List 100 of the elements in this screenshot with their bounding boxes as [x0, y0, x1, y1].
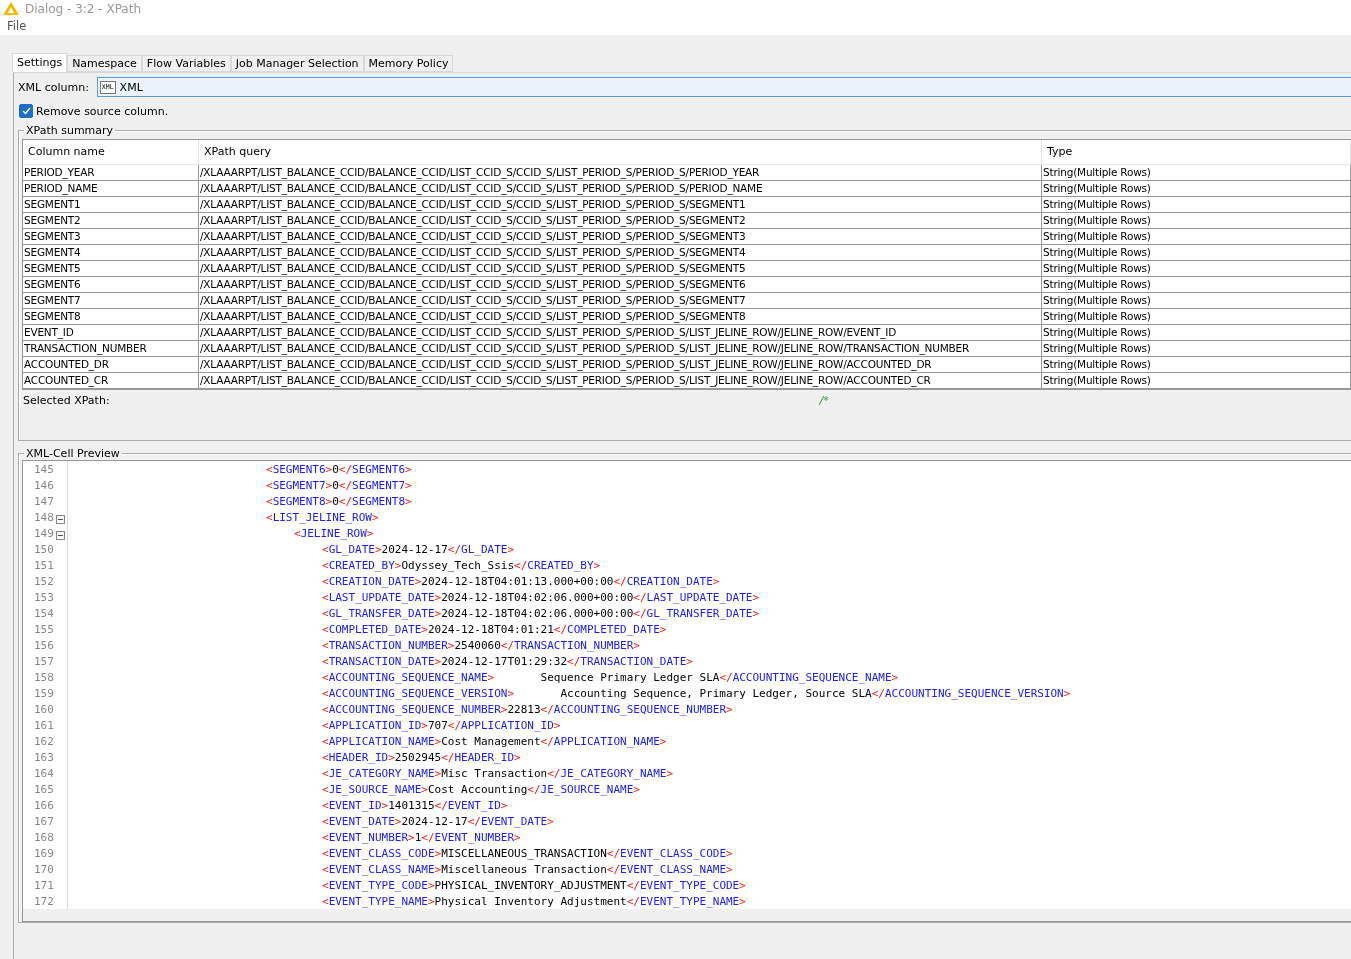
code-line: <LIST_JELINE_ROW>	[266, 510, 379, 524]
line-number: 168	[33, 830, 54, 844]
code-line: <SEGMENT7>0</SEGMENT7>	[266, 478, 412, 492]
table-cell: SEGMENT8	[23, 309, 199, 325]
line-number: 171	[33, 878, 54, 892]
table-cell: /XLAAARPT/LIST_BALANCE_CCID/BALANCE_CCID/LIST_CCID_S/CCID_S/LIST_PERIOD_S/PERIOD_S/LIST_JELINE_ROW/JELINE_ROW/ACCOUNTED_DR	[199, 357, 1042, 373]
table-cell: String(Multiple Rows)	[1042, 373, 1351, 389]
table-cell: String(Multiple Rows)	[1042, 181, 1351, 197]
code-line: <LAST_UPDATE_DATE>2024-12-18T04:02:06.000+00:00</LAST_UPDATE_DATE>	[322, 590, 760, 604]
code-line: <EVENT_ID>1401315</EVENT_ID>	[322, 798, 508, 812]
table-cell: SEGMENT4	[23, 245, 199, 261]
table-cell: String(Multiple Rows)	[1042, 245, 1351, 261]
code-line: <SEGMENT6>0</SEGMENT6>	[266, 462, 412, 476]
tab[interactable]: Namespace	[67, 55, 142, 72]
table-cell: /XLAAARPT/LIST_BALANCE_CCID/BALANCE_CCID/LIST_CCID_S/CCID_S/LIST_PERIOD_S/PERIOD_S/PERIOD_YEAR	[199, 165, 1042, 181]
code-line: <ACCOUNTING_SEQUENCE_VERSION> Accounting Sequence, Primary Ledger, Source SLA</ACCOUNTING_SEQUENCE_VERSION>	[322, 686, 1071, 700]
tab[interactable]: Flow Variables	[141, 55, 231, 72]
line-number: 165	[33, 782, 54, 796]
table-cell: /XLAAARPT/LIST_BALANCE_CCID/BALANCE_CCID/LIST_CCID_S/CCID_S/LIST_PERIOD_S/PERIOD_S/SEGMENT5	[199, 261, 1042, 277]
code-line: <EVENT_TYPE_NAME>Physical Inventory Adjustment</EVENT_TYPE_NAME>	[322, 894, 746, 908]
table-cell: String(Multiple Rows)	[1042, 197, 1351, 213]
code-line: <APPLICATION_NAME>Cost Management</APPLICATION_NAME>	[322, 734, 667, 748]
code-line: <CREATION_DATE>2024-12-18T04:01:13.000+00:00</CREATION_DATE>	[322, 574, 720, 588]
line-number: 164	[33, 766, 54, 780]
table-cell: TRANSACTION_NUMBER	[23, 341, 199, 357]
table-cell: /XLAAARPT/LIST_BALANCE_CCID/BALANCE_CCID/LIST_CCID_S/CCID_S/LIST_PERIOD_S/PERIOD_S/LIST_JELINE_ROW/JELINE_ROW/ACCOUNTED_CR	[199, 373, 1042, 389]
code-line: <EVENT_NUMBER>1</EVENT_NUMBER>	[322, 830, 521, 844]
table-cell: SEGMENT7	[23, 293, 199, 309]
code-line: <CREATED_BY>Odyssey_Tech_Ssis</CREATED_BY>	[322, 558, 601, 572]
table-cell: String(Multiple Rows)	[1042, 341, 1351, 357]
table-cell: String(Multiple Rows)	[1042, 261, 1351, 277]
line-number: 158	[33, 670, 54, 684]
code-line: <EVENT_TYPE_CODE>PHYSICAL_INVENTORY_ADJUSTMENT</EVENT_TYPE_CODE>	[322, 878, 746, 892]
menu-item[interactable]: File	[7, 19, 27, 33]
column-header[interactable]: XPath query	[199, 140, 1042, 165]
line-number: 166	[33, 798, 54, 812]
table-cell: PERIOD_YEAR	[23, 165, 199, 181]
table-cell: /XLAAARPT/LIST_BALANCE_CCID/BALANCE_CCID/LIST_CCID_S/CCID_S/LIST_PERIOD_S/PERIOD_S/SEGMENT1	[199, 197, 1042, 213]
table-cell: /XLAAARPT/LIST_BALANCE_CCID/BALANCE_CCID/LIST_CCID_S/CCID_S/LIST_PERIOD_S/PERIOD_S/LIST_JELINE_ROW/JELINE_ROW/EVENT_ID	[199, 325, 1042, 341]
selected-xpath: /*	[819, 394, 829, 407]
code-line: <SEGMENT8>0</SEGMENT8>	[266, 494, 412, 508]
table-cell: ACCOUNTED_DR	[23, 357, 199, 373]
line-number: 154	[33, 606, 54, 620]
table-cell: /XLAAARPT/LIST_BALANCE_CCID/BALANCE_CCID/LIST_CCID_S/CCID_S/LIST_PERIOD_S/PERIOD_S/SEGMENT4	[199, 245, 1042, 261]
code-line: <ACCOUNTING_SEQUENCE_NUMBER>22813</ACCOUNTING_SEQUENCE_NUMBER>	[322, 702, 733, 716]
checkbox[interactable]	[19, 104, 33, 118]
code-line: <GL_TRANSFER_DATE>2024-12-18T04:02:06.000+00:00</GL_TRANSFER_DATE>	[322, 606, 760, 620]
code-line: <COMPLETED_DATE>2024-12-18T04:01:21</COMPLETED_DATE>	[322, 622, 667, 636]
column-header[interactable]: Type	[1042, 140, 1351, 165]
table-cell: ACCOUNTED_CR	[23, 373, 199, 389]
table-cell: /XLAAARPT/LIST_BALANCE_CCID/BALANCE_CCID/LIST_CCID_S/CCID_S/LIST_PERIOD_S/PERIOD_S/SEGMENT3	[199, 229, 1042, 245]
line-number: 155	[33, 622, 54, 636]
line-number: 159	[33, 686, 54, 700]
column-header[interactable]: Column name	[23, 140, 199, 165]
line-number: 162	[33, 734, 54, 748]
tab[interactable]: Memory Policy	[363, 55, 454, 72]
code-line: <HEADER_ID>2502945</HEADER_ID>	[322, 750, 521, 764]
table-cell: EVENT_ID	[23, 325, 199, 341]
code-line: <JE_SOURCE_NAME>Cost Accounting</JE_SOURCE_NAME>	[322, 782, 640, 796]
line-number: 160	[33, 702, 54, 716]
line-number: 149	[33, 526, 54, 540]
line-number: 151	[33, 558, 54, 572]
table-cell: String(Multiple Rows)	[1042, 357, 1351, 373]
table-cell: String(Multiple Rows)	[1042, 213, 1351, 229]
line-number: 147	[33, 494, 54, 508]
table-cell: /XLAAARPT/LIST_BALANCE_CCID/BALANCE_CCID/LIST_CCID_S/CCID_S/LIST_PERIOD_S/PERIOD_S/SEGMENT2	[199, 213, 1042, 229]
code-line: <TRANSACTION_NUMBER>2540060</TRANSACTION_NUMBER>	[322, 638, 640, 652]
line-number: 172	[33, 894, 54, 908]
code-line: <JE_CATEGORY_NAME>Misc Transaction</JE_CATEGORY_NAME>	[322, 766, 674, 780]
table-cell: String(Multiple Rows)	[1042, 309, 1351, 325]
line-number: 156	[33, 638, 54, 652]
table-cell: SEGMENT2	[23, 213, 199, 229]
line-number: 169	[33, 846, 54, 860]
tab[interactable]: Settings	[12, 53, 68, 72]
table-cell: /XLAAARPT/LIST_BALANCE_CCID/BALANCE_CCID/LIST_CCID_S/CCID_S/LIST_PERIOD_S/PERIOD_S/SEGMENT6	[199, 277, 1042, 293]
table-cell: SEGMENT5	[23, 261, 199, 277]
code-line: <EVENT_DATE>2024-12-17</EVENT_DATE>	[322, 814, 554, 828]
line-number: 157	[33, 654, 54, 668]
table-cell: String(Multiple Rows)	[1042, 229, 1351, 245]
table-cell: /XLAAARPT/LIST_BALANCE_CCID/BALANCE_CCID/LIST_CCID_S/CCID_S/LIST_PERIOD_S/PERIOD_S/PERIOD_NAME	[199, 181, 1042, 197]
collapse-icon[interactable]	[56, 514, 65, 524]
window-title: Dialog - 3:2 - XPath	[25, 1, 142, 16]
code-line: <EVENT_CLASS_NAME>Miscellaneous Transaction</EVENT_CLASS_NAME>	[322, 862, 733, 876]
table-cell: /XLAAARPT/LIST_BALANCE_CCID/BALANCE_CCID/LIST_CCID_S/CCID_S/LIST_PERIOD_S/PERIOD_S/SEGMENT8	[199, 309, 1042, 325]
table-cell: SEGMENT3	[23, 229, 199, 245]
line-number: 152	[33, 574, 54, 588]
table-cell: SEGMENT6	[23, 277, 199, 293]
table-cell: PERIOD_NAME	[23, 181, 199, 197]
tab[interactable]: Job Manager Selection	[230, 55, 364, 72]
line-number: 146	[33, 478, 54, 492]
code-line: <APPLICATION_ID>707</APPLICATION_ID>	[322, 718, 561, 732]
line-number: 167	[33, 814, 54, 828]
code-line: <ACCOUNTING_SEQUENCE_NAME> Sequence Primary Ledger SLA</ACCOUNTING_SEQUENCE_NAME>	[322, 670, 899, 684]
table-cell: String(Multiple Rows)	[1042, 293, 1351, 309]
collapse-icon[interactable]	[56, 530, 65, 540]
table-cell: /XLAAARPT/LIST_BALANCE_CCID/BALANCE_CCID/LIST_CCID_S/CCID_S/LIST_PERIOD_S/PERIOD_S/SEGMENT7	[199, 293, 1042, 309]
field-label: XML column:	[18, 80, 89, 94]
code-line: <EVENT_CLASS_CODE>MISCELLANEOUS_TRANSACTION</EVENT_CLASS_CODE>	[322, 846, 733, 860]
field-label: Selected XPath:	[23, 394, 110, 407]
table-cell: /XLAAARPT/LIST_BALANCE_CCID/BALANCE_CCID/LIST_CCID_S/CCID_S/LIST_PERIOD_S/PERIOD_S/LIST_JELINE_ROW/JELINE_ROW/TRANSACTION_NUMBER	[199, 341, 1042, 357]
